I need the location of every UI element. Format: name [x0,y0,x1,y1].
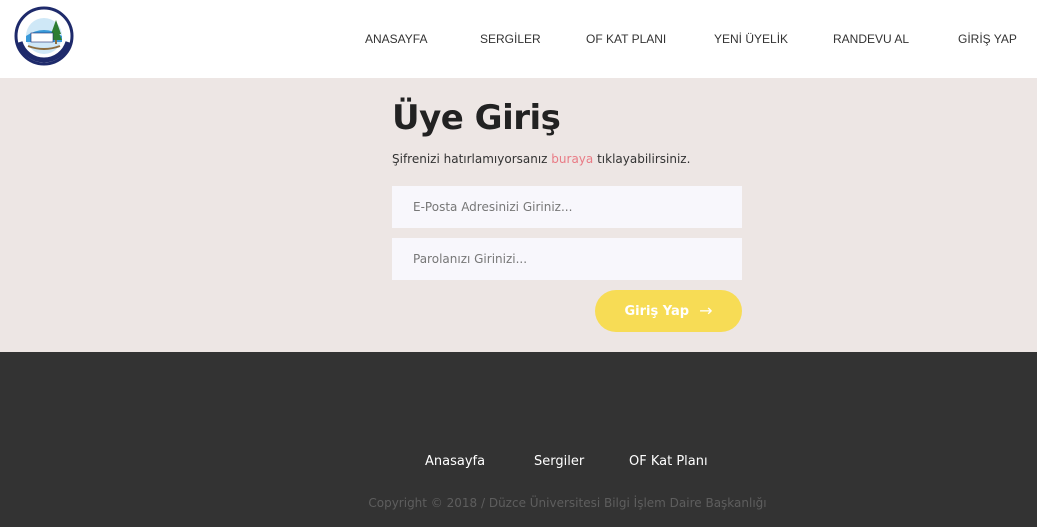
page-title: Üye Giriş [392,98,561,138]
arrow-right-icon: → [699,301,713,320]
footer-link-of-kat-plani[interactable]: OF Kat Planı [629,454,708,469]
forgot-password-text: Şifrenizi hatırlamıyorsanız buraya tıkla… [392,152,690,166]
login-button-label: Giriş Yap [624,303,690,319]
login-section: Üye Giriş Şifrenizi hatırlamıyorsanız bu… [0,78,1037,352]
footer-link-sergiler[interactable]: Sergiler [534,454,584,469]
university-logo[interactable] [14,6,74,66]
footer-link-anasayfa[interactable]: Anasayfa [425,454,485,469]
site-header: ANASAYFA SERGİLER OF KAT PLANI YENİ ÜYEL… [0,0,1037,78]
forgot-password-prefix: Şifrenizi hatırlamıyorsanız [392,152,552,166]
email-input[interactable] [392,186,742,228]
copyright-text: Copyright © 2018 / Düzce Üniversitesi Bi… [368,496,767,510]
site-footer: Anasayfa Sergiler OF Kat Planı Copyright… [0,352,1037,527]
nav-sergiler[interactable]: SERGİLER [480,32,541,46]
nav-yeni-uyelik[interactable]: YENİ ÜYELİK [714,32,788,46]
forgot-password-link[interactable]: buraya [551,152,593,166]
nav-anasayfa[interactable]: ANASAYFA [365,32,427,46]
login-button[interactable]: Giriş Yap → [595,290,742,332]
university-seal-icon [14,6,74,66]
forgot-password-suffix: tıklayabilirsiniz. [593,152,691,166]
nav-giris-yap[interactable]: GİRİŞ YAP [958,32,1017,46]
nav-randevu-al[interactable]: RANDEVU AL [833,32,909,46]
nav-of-kat-plani[interactable]: OF KAT PLANI [586,32,666,46]
password-input[interactable] [392,238,742,280]
